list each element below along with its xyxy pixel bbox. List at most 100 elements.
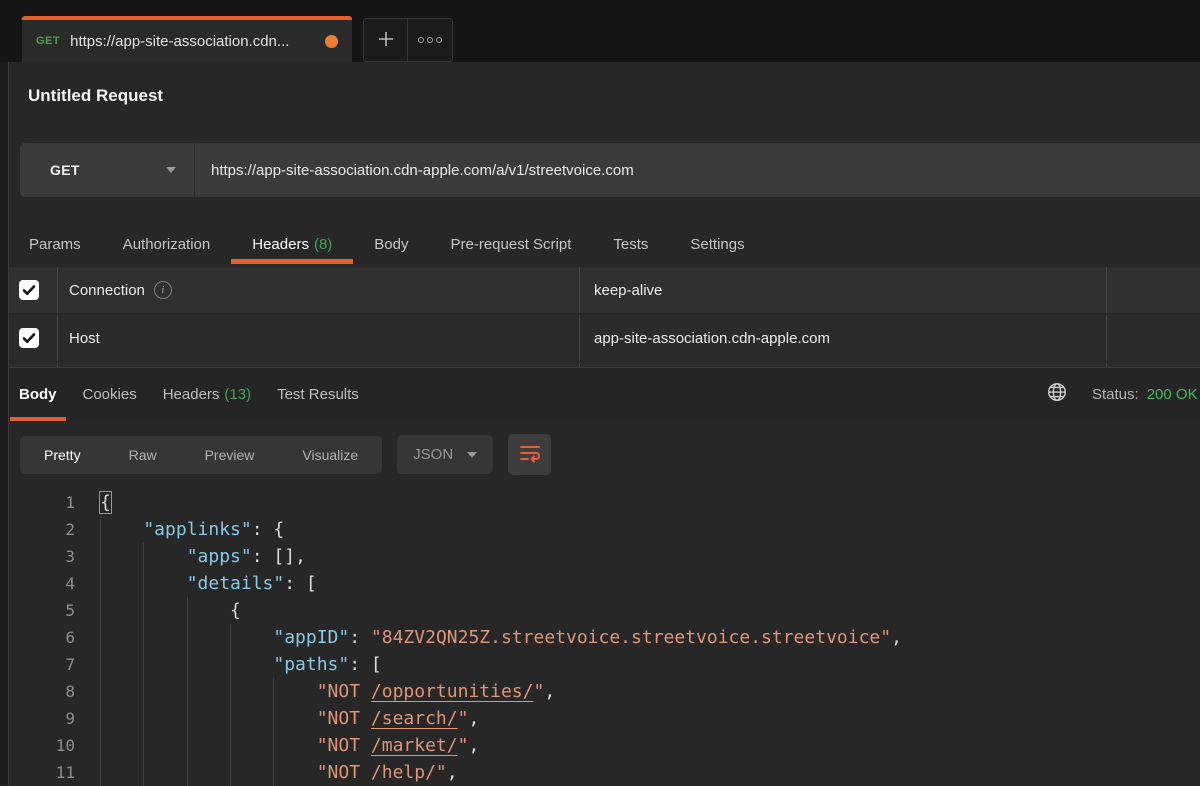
indent-guide [187, 705, 230, 732]
view-mode-raw[interactable]: Raw [105, 436, 181, 474]
indent-guide [230, 732, 273, 759]
response-tab-headers[interactable]: Headers(13) [154, 368, 260, 421]
tab-settings[interactable]: Settings [669, 224, 765, 264]
code-token: , [468, 708, 479, 729]
view-mode-preview[interactable]: Preview [181, 436, 279, 474]
view-mode-switch: PrettyRawPreviewVisualize [20, 436, 382, 474]
indent-guide [100, 597, 143, 624]
plus-icon [376, 29, 396, 52]
response-section-header: Body CookiesHeaders(13)Test Results Statu… [0, 367, 1200, 421]
code-line-9[interactable]: 9"NOT /search/", [0, 705, 1200, 732]
code-text: "NOT /search/", [100, 705, 479, 732]
code-text: "apps": [], [100, 543, 306, 570]
info-icon[interactable]: i [154, 281, 172, 299]
wrap-text-button[interactable] [508, 434, 551, 475]
code-token: , [544, 681, 555, 702]
code-text: "NOT /opportunities/", [100, 678, 555, 705]
indent-guide [187, 624, 230, 651]
code-text: "appID": "84ZV2QN25Z.streetvoice.streetv… [100, 624, 902, 651]
unsaved-changes-dot [325, 35, 338, 48]
request-tab[interactable]: GET https://app-site-association.cdn... [22, 16, 352, 62]
tab-headers[interactable]: Headers(8) [231, 224, 353, 264]
language-select[interactable]: JSON [397, 435, 493, 474]
indent-guide [273, 705, 316, 732]
collapsed-sidebar-edge[interactable] [0, 0, 9, 785]
indent-guide [187, 651, 230, 678]
line-number: 10 [0, 732, 75, 759]
url-input[interactable]: https://app-site-association.cdn-apple.c… [195, 143, 1200, 197]
indent-guide [230, 678, 273, 705]
code-line-8[interactable]: 8"NOT /opportunities/", [0, 678, 1200, 705]
app-tab-bar: GET https://app-site-association.cdn... [0, 0, 1200, 62]
path-link[interactable]: /market/ [371, 735, 458, 756]
line-number: 11 [0, 759, 75, 786]
new-tab-button[interactable] [364, 19, 408, 61]
line-number: 5 [0, 597, 75, 624]
response-tab-label: Headers [163, 386, 220, 403]
path-link[interactable]: /search/ [371, 708, 458, 729]
tab-label: Tests [613, 236, 648, 253]
wrap-text-icon [518, 441, 542, 468]
method-select[interactable]: GET [20, 143, 195, 197]
globe-icon[interactable] [1046, 381, 1068, 408]
code-line-3[interactable]: 3"apps": [], [0, 543, 1200, 570]
indent-guide [143, 651, 186, 678]
view-mode-visualize[interactable]: Visualize [278, 436, 382, 474]
method-label: GET [50, 162, 80, 178]
line-number: 4 [0, 570, 75, 597]
status-label: Status: [1092, 386, 1139, 403]
header-key-cell[interactable]: Host [58, 315, 580, 361]
code-token: "appID" [273, 627, 349, 648]
code-token: , [891, 627, 902, 648]
path-link[interactable]: /opportunities/ [371, 681, 534, 702]
code-token: " [458, 708, 469, 729]
code-line-5[interactable]: 5{ [0, 597, 1200, 624]
indent-guide [100, 705, 143, 732]
tab-options-button[interactable] [408, 19, 452, 61]
response-tab-body[interactable]: Body [10, 368, 66, 421]
checkbox-host[interactable] [19, 328, 39, 348]
header-key: Host [69, 330, 100, 347]
response-tab-cookies[interactable]: Cookies [74, 368, 146, 421]
code-line-10[interactable]: 10"NOT /market/", [0, 732, 1200, 759]
tab-tests[interactable]: Tests [592, 224, 669, 264]
indent-guide [187, 678, 230, 705]
code-line-2[interactable]: 2"applinks": { [0, 516, 1200, 543]
header-key-cell[interactable]: Connectioni [58, 267, 580, 313]
code-line-7[interactable]: 7"paths": [ [0, 651, 1200, 678]
tab-params[interactable]: Params [8, 224, 102, 264]
tab-authorization[interactable]: Authorization [102, 224, 232, 264]
response-meta: Status: 200 OK [1046, 368, 1198, 421]
response-tab-test-results[interactable]: Test Results [268, 368, 368, 421]
checkbox-connection[interactable] [19, 280, 39, 300]
request-tabs: ParamsAuthorizationHeaders(8)BodyPre-req… [0, 224, 1200, 264]
indent-guide [273, 759, 316, 786]
request-name[interactable]: Untitled Request [0, 62, 1200, 106]
code-token: "paths" [273, 654, 349, 675]
code-token: : [], [252, 546, 306, 567]
indent-guide [100, 759, 143, 786]
indent-guide [143, 570, 186, 597]
tab-body[interactable]: Body [353, 224, 429, 264]
code-line-6[interactable]: 6"appID": "84ZV2QN25Z.streetvoice.street… [0, 624, 1200, 651]
indent-guide [273, 678, 316, 705]
indent-guide [143, 543, 186, 570]
indent-guide [230, 705, 273, 732]
code-token: "NOT /help/" [317, 762, 447, 783]
indent-guide [143, 624, 186, 651]
response-body-editor[interactable]: 1{2"applinks": {3"apps": [],4"details": … [0, 487, 1200, 786]
header-value-cell[interactable]: app-site-association.cdn-apple.com [580, 315, 1107, 361]
header-value-cell[interactable]: keep-alive [580, 267, 1107, 313]
indent-guide [100, 516, 143, 543]
code-line-11[interactable]: 11"NOT /help/", [0, 759, 1200, 786]
code-line-4[interactable]: 4"details": [ [0, 570, 1200, 597]
response-tab-label: Body [19, 386, 57, 403]
code-line-1[interactable]: 1{ [0, 489, 1200, 516]
header-row-host[interactable]: Host app-site-association.cdn-apple.com [0, 315, 1200, 361]
indent-guide [143, 705, 186, 732]
tab-label: Settings [690, 236, 744, 253]
view-mode-pretty[interactable]: Pretty [20, 436, 105, 474]
tab-count-badge: (8) [314, 236, 332, 253]
tab-pre-request-script[interactable]: Pre-request Script [430, 224, 593, 264]
header-row-connection[interactable]: Connectionikeep-alive [0, 267, 1200, 313]
